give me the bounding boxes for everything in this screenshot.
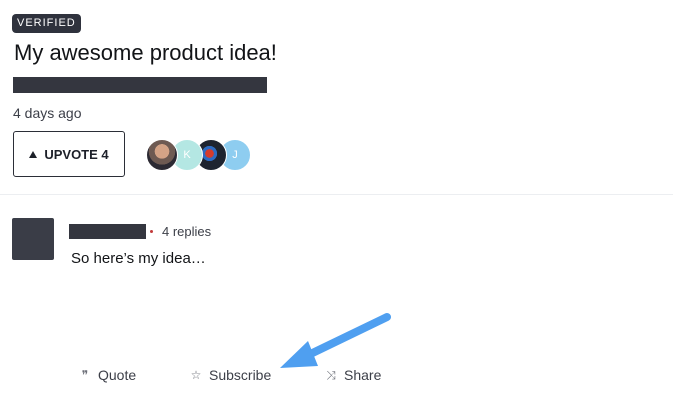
quote-icon: ❞ <box>81 368 89 382</box>
separator-dot <box>150 230 153 233</box>
caret-up-icon <box>29 150 38 158</box>
avatar[interactable] <box>146 139 178 171</box>
reply-author-avatar[interactable] <box>12 218 54 260</box>
redacted-reply-author-name <box>69 224 146 239</box>
reply-count-link[interactable]: 4 replies <box>162 224 211 239</box>
subscribe-button[interactable]: ☆ Subscribe <box>189 367 272 383</box>
avatar-initial: J <box>232 149 238 161</box>
annotation-arrow <box>280 313 391 368</box>
section-divider <box>0 194 673 195</box>
quote-button[interactable]: ❞ Quote <box>78 367 136 383</box>
post-title: My awesome product idea! <box>14 40 277 65</box>
avatar-initial: K <box>183 149 191 161</box>
reply-body: So here’s my idea… <box>71 250 206 267</box>
redacted-author-name <box>13 77 267 93</box>
star-icon: ☆ <box>190 368 202 382</box>
upvote-button[interactable]: UPVOTE 4 <box>13 131 125 177</box>
subscribe-label: Subscribe <box>209 367 272 383</box>
verified-badge: VERIFIED <box>12 14 81 33</box>
upvote-label: UPVOTE 4 <box>44 146 109 162</box>
post-timestamp: 4 days ago <box>13 105 82 121</box>
quote-label: Quote <box>98 367 137 383</box>
